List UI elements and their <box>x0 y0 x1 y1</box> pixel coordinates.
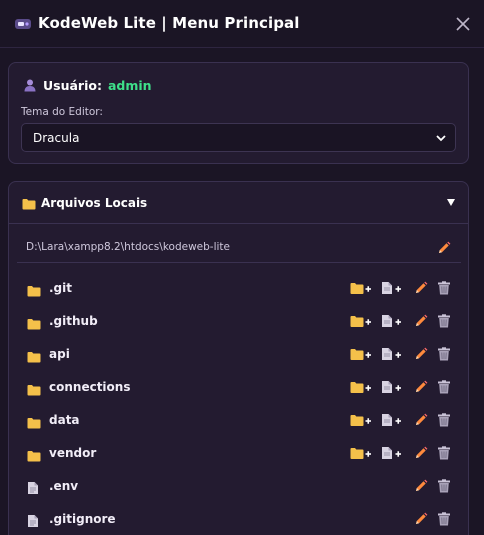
item-name: .gitignore <box>49 512 116 526</box>
app-window: KodeWeb Lite | Menu Principal Usuário: a… <box>0 0 484 535</box>
user-name: admin <box>107 77 152 93</box>
folder-row[interactable]: api <box>9 338 468 371</box>
folder-icon <box>27 414 41 433</box>
header: KodeWeb Lite | Menu Principal <box>0 0 484 48</box>
new-file-icon[interactable] <box>381 346 403 362</box>
caret-down-icon[interactable] <box>446 198 456 207</box>
folder-icon <box>27 381 41 400</box>
item-name: .env <box>49 479 79 493</box>
file-icon <box>27 513 39 532</box>
theme-select[interactable]: Dracula <box>21 123 456 152</box>
folder-icon <box>27 447 41 466</box>
new-folder-icon[interactable] <box>350 280 372 296</box>
file-list: .git .github api connections data vendor .env.… <box>9 272 468 535</box>
rename-pencil-icon[interactable] <box>414 412 428 428</box>
new-folder-icon[interactable] <box>350 379 372 395</box>
theme-label: Tema do Editor: <box>21 106 103 118</box>
theme-select-value: Dracula <box>33 130 80 145</box>
user-label: Usuário: <box>43 77 102 93</box>
new-folder-icon[interactable] <box>350 313 372 329</box>
folder-icon <box>27 315 41 334</box>
close-icon[interactable] <box>454 15 472 33</box>
new-folder-icon[interactable] <box>350 346 372 362</box>
delete-trash-icon[interactable] <box>437 280 451 296</box>
rename-pencil-icon[interactable] <box>414 280 428 296</box>
delete-trash-icon[interactable] <box>437 478 451 494</box>
item-name: connections <box>49 380 131 394</box>
page-title: KodeWeb Lite | Menu Principal <box>38 14 300 32</box>
current-path-row: D:\Lara\xampp8.2\htdocs\kodeweb-lite <box>17 235 461 263</box>
user-row: Usuário: admin <box>23 77 152 93</box>
new-file-icon[interactable] <box>381 313 403 329</box>
delete-trash-icon[interactable] <box>437 379 451 395</box>
chevron-down-icon <box>436 135 446 142</box>
new-folder-icon[interactable] <box>350 412 372 428</box>
file-row[interactable]: .env <box>9 470 468 503</box>
rename-pencil-icon[interactable] <box>414 478 428 494</box>
folder-row[interactable]: .github <box>9 305 468 338</box>
folder-row[interactable]: vendor <box>9 437 468 470</box>
rename-pencil-icon[interactable] <box>414 511 428 527</box>
local-files-header[interactable]: Arquivos Locais <box>9 182 468 224</box>
user-settings-card: Usuário: admin Tema do Editor: Dracula <box>8 62 469 164</box>
folder-row[interactable]: connections <box>9 371 468 404</box>
new-file-icon[interactable] <box>381 379 403 395</box>
folder-icon <box>22 199 36 210</box>
folder-row[interactable]: .git <box>9 272 468 305</box>
delete-trash-icon[interactable] <box>437 445 451 461</box>
item-name: api <box>49 347 70 361</box>
delete-trash-icon[interactable] <box>437 412 451 428</box>
new-file-icon[interactable] <box>381 280 403 296</box>
new-folder-icon[interactable] <box>350 445 372 461</box>
item-name: .git <box>49 281 72 295</box>
local-files-card: Arquivos Locais D:\Lara\xampp8.2\htdocs\… <box>8 181 469 535</box>
rename-pencil-icon[interactable] <box>414 379 428 395</box>
user-icon <box>24 79 36 92</box>
rename-pencil-icon[interactable] <box>414 445 428 461</box>
new-file-icon[interactable] <box>381 445 403 461</box>
rename-pencil-icon[interactable] <box>414 346 428 362</box>
delete-trash-icon[interactable] <box>437 313 451 329</box>
file-row[interactable]: .gitignore <box>9 503 468 535</box>
file-icon <box>27 480 39 499</box>
folder-icon <box>27 282 41 301</box>
local-files-title: Arquivos Locais <box>41 196 148 210</box>
folder-icon <box>27 348 41 367</box>
rename-pencil-icon[interactable] <box>414 313 428 329</box>
delete-trash-icon[interactable] <box>437 511 451 527</box>
item-name: data <box>49 413 80 427</box>
item-name: vendor <box>49 446 97 460</box>
new-file-icon[interactable] <box>381 412 403 428</box>
app-logo-icon <box>15 19 31 29</box>
edit-path-pencil-icon[interactable] <box>437 241 451 255</box>
folder-row[interactable]: data <box>9 404 468 437</box>
delete-trash-icon[interactable] <box>437 346 451 362</box>
item-name: .github <box>49 314 98 328</box>
current-path: D:\Lara\xampp8.2\htdocs\kodeweb-lite <box>26 241 230 253</box>
